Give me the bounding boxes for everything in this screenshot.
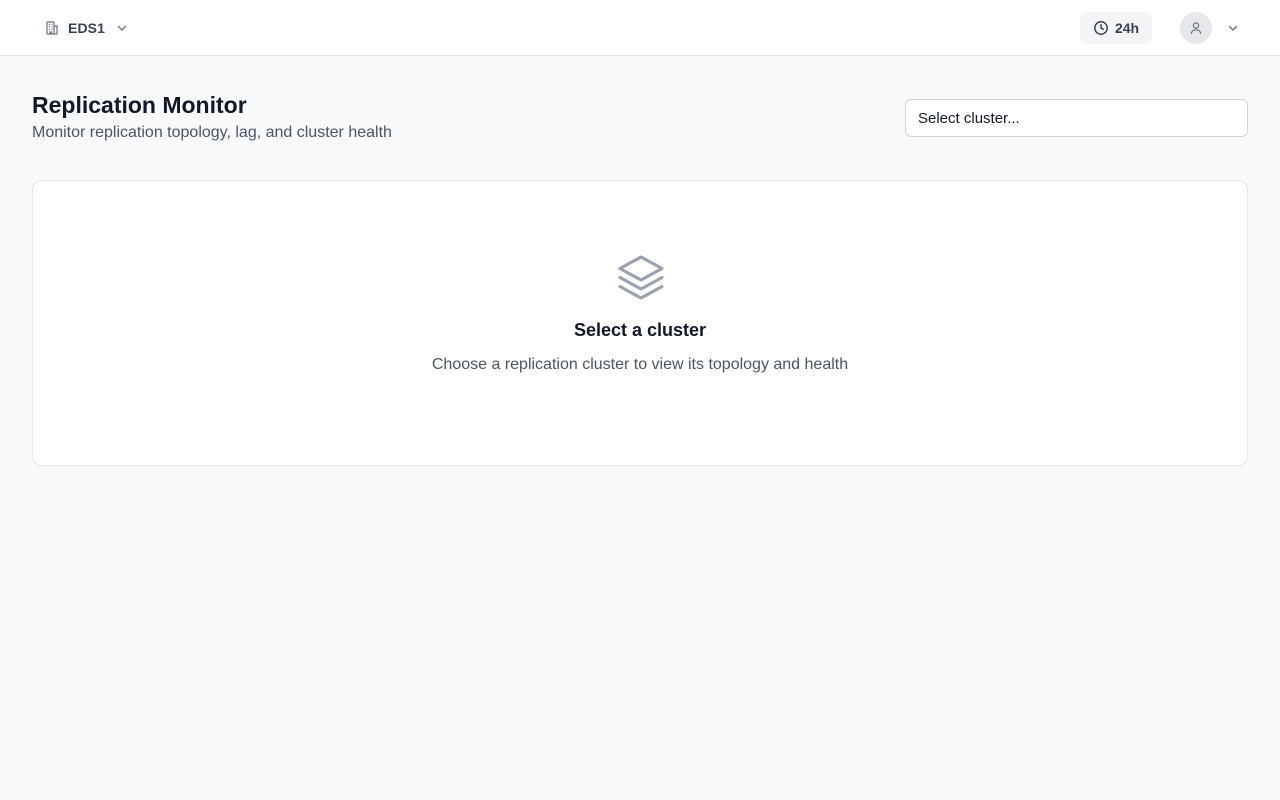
user-icon — [1190, 22, 1202, 35]
org-switcher[interactable]: EDS1 — [36, 14, 137, 42]
user-menu[interactable] — [1180, 12, 1240, 44]
top-bar: EDS1 24h — [0, 0, 1280, 56]
empty-state-card: Select a cluster Choose a replication cl… — [32, 180, 1248, 466]
layers-icon — [617, 253, 665, 301]
page-header: Replication Monitor Monitor replication … — [32, 90, 392, 144]
chevron-down-icon — [115, 21, 129, 35]
page-title: Replication Monitor — [32, 92, 247, 118]
time-range-label: 24h — [1114, 20, 1140, 36]
empty-state-title: Select a cluster — [573, 320, 707, 340]
org-name: EDS1 — [68, 20, 105, 36]
chevron-down-icon — [1226, 21, 1240, 35]
clock-icon — [1093, 20, 1109, 36]
building-icon — [44, 20, 60, 36]
page-subtitle: Monitor replication topology, lag, and c… — [32, 124, 392, 141]
empty-state-description: Choose a replication cluster to view its… — [431, 356, 849, 373]
avatar[interactable] — [1180, 12, 1212, 44]
time-range-button[interactable]: 24h — [1080, 12, 1152, 44]
cluster-select[interactable]: Select cluster... — [905, 99, 1248, 137]
